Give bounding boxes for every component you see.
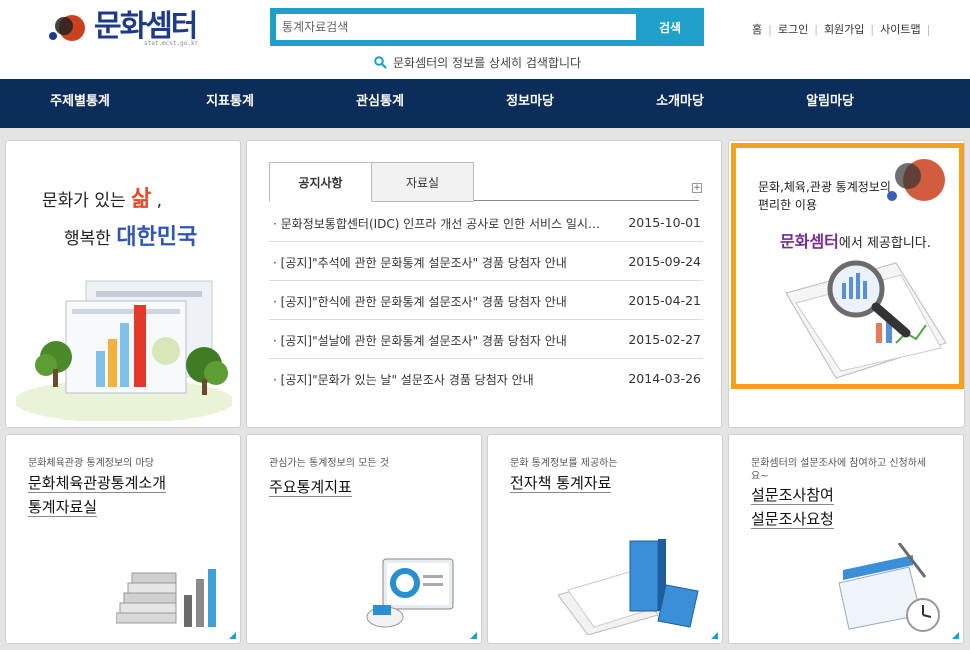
monitor-chart-icon xyxy=(366,558,454,628)
card-link-text: 통계자료실 xyxy=(28,498,98,517)
card-link-stats-intro[interactable]: 문화체육관광통계소개 xyxy=(28,471,167,495)
notice-row[interactable]: · [공지]"문화가 있는 날" 설문조사 경품 당첨자 안내 2014-03-… xyxy=(269,359,703,398)
card-caption: 문화체육관광 통계정보의 마당 xyxy=(28,458,154,469)
hero-line-1: 문화가 있는 삶 , xyxy=(42,181,162,213)
notice-title: · [공지]"문화가 있는 날" 설문조사 경품 당첨자 안내 xyxy=(273,373,534,387)
hero-banner[interactable]: 문화가 있는 삶 , 행복한 대한민국 xyxy=(5,140,241,428)
util-separator: | xyxy=(926,23,931,36)
notice-date: 2015-04-21 xyxy=(628,293,701,308)
notice-row[interactable]: · [공지]"설날에 관한 문화통계 설문조사" 경품 당첨자 안내 2015-… xyxy=(269,320,703,359)
notice-date: 2015-09-24 xyxy=(628,254,701,269)
info-card-stats-intro[interactable]: 문화체육관광 통계정보의 마당 문화체육관광통계소개 통계자료실 xyxy=(5,434,241,644)
notice-title: · [공지]"한식에 관한 문화통계 설문조사" 경품 당첨자 안내 xyxy=(273,295,567,309)
notice-date: 2014-03-26 xyxy=(628,371,701,386)
tab-notice[interactable]: 공지사항 xyxy=(269,162,372,202)
promo-frame: 문화,체육,관광 통계정보의편리한 이용 문화셈터에서 제공합니다. xyxy=(731,143,964,389)
notice-title: · 문화정보통합센터(IDC) 인프라 개선 공사로 인한 서비스 일시 중단 xyxy=(273,215,603,232)
hero-illustration xyxy=(16,280,232,421)
search-input[interactable] xyxy=(276,14,636,40)
search-icon xyxy=(374,56,387,69)
notice-title-text: [공지]"설날에 관한 문화통계 설문조사" 경품 당첨자 안내 xyxy=(280,334,567,348)
card-link-text: 설문조사참여 xyxy=(751,486,834,505)
tab-archive[interactable]: 자료실 xyxy=(371,162,474,202)
nav-item-interest-stats[interactable]: 관심통계 xyxy=(305,79,455,128)
promo-line-1: 문화,체육,관광 통계정보의 xyxy=(758,180,891,194)
util-link-sitemap[interactable]: 사이트맵 xyxy=(880,23,920,36)
logo-url: stat.mcst.go.kr xyxy=(144,40,199,47)
corner-arrow-icon xyxy=(470,632,477,639)
card-link-text: 전자책 통계자료 xyxy=(510,474,612,493)
util-separator: | xyxy=(768,23,772,36)
books-chart-icon xyxy=(116,569,216,627)
search-hint-text: 문화셈터의 정보를 상세히 검색합니다 xyxy=(393,56,582,70)
hero-line-1-accent: 삶 xyxy=(131,187,152,212)
hero-line-2-prefix: 행복한 xyxy=(64,229,117,249)
notice-board: 공지사항 자료실 + · 문화정보통합센터(IDC) 인프라 개선 공사로 인한… xyxy=(246,140,722,428)
promo-brand: 문화셈터 xyxy=(780,232,839,251)
notice-title-text: [공지]"추석에 관한 문화통계 설문조사" 경품 당첨자 안내 xyxy=(280,256,567,270)
nav-item-indicator-stats[interactable]: 지표통계 xyxy=(155,79,305,128)
card-caption: 문화 통계정보를 제공하는 xyxy=(510,458,618,469)
more-plus-icon[interactable]: + xyxy=(692,183,702,193)
top-header: 문화셈터 stat.mcst.go.kr 검색 문화셈터의 정보를 상세히 검색… xyxy=(0,0,970,79)
ebook-stack-icon xyxy=(558,539,699,635)
card-link-survey-join[interactable]: 설문조사참여 xyxy=(751,483,834,507)
notice-row[interactable]: · [공지]"한식에 관한 문화통계 설문조사" 경품 당첨자 안내 2015-… xyxy=(269,281,703,320)
magnifier-report-illustration xyxy=(785,260,947,379)
util-link-signup[interactable]: 회원가입 xyxy=(824,23,864,36)
calendar-clock-icon xyxy=(838,543,940,632)
info-card-survey[interactable]: 문화셈터의 설문조사에 참여하고 신청하세요~ 설문조사참여 설문조사요청 xyxy=(728,434,964,644)
promo-line-2: 편리한 이용 xyxy=(758,198,818,212)
promo-banner[interactable]: 문화,체육,관광 통계정보의편리한 이용 문화셈터에서 제공합니다. xyxy=(728,140,965,428)
hero-line-2-accent: 대한민국 xyxy=(116,225,198,250)
util-link-home[interactable]: 홈 xyxy=(752,23,762,36)
notice-tabs: 공지사항 자료실 xyxy=(269,162,699,202)
info-card-ebook[interactable]: 문화 통계정보를 제공하는 전자책 통계자료 xyxy=(487,434,723,644)
promo-headline: 문화,체육,관광 통계정보의편리한 이용 xyxy=(758,178,891,214)
site-logo[interactable]: 문화셈터 stat.mcst.go.kr xyxy=(46,10,206,50)
hero-line-2: 행복한 대한민국 xyxy=(64,219,197,251)
card-link-text: 설문조사요청 xyxy=(751,510,834,529)
corner-arrow-icon xyxy=(229,632,236,639)
card-link-survey-request[interactable]: 설문조사요청 xyxy=(751,507,834,531)
logo-mark-icon xyxy=(49,15,85,41)
notice-date: 2015-10-01 xyxy=(628,215,701,230)
card-link-text: 문화체육관광통계소개 xyxy=(28,474,167,493)
nav-item-notice[interactable]: 알림마당 xyxy=(755,79,905,128)
notice-title: · [공지]"설날에 관한 문화통계 설문조사" 경품 당첨자 안내 xyxy=(273,334,567,348)
nav-item-about[interactable]: 소개마당 xyxy=(605,79,755,128)
notice-row[interactable]: · 문화정보통합센터(IDC) 인프라 개선 공사로 인한 서비스 일시 중단 … xyxy=(269,203,703,242)
hero-line-1-suffix: , xyxy=(151,191,163,211)
promo-tagline-text: 에서 제공합니다. xyxy=(838,236,931,251)
hero-line-1-prefix: 문화가 있는 xyxy=(42,191,132,211)
search-button[interactable]: 검색 xyxy=(642,14,698,40)
notice-title: · [공지]"추석에 관한 문화통계 설문조사" 경품 당첨자 안내 xyxy=(273,256,567,270)
notice-date: 2015-02-27 xyxy=(628,332,701,347)
notice-row[interactable]: · [공지]"추석에 관한 문화통계 설문조사" 경품 당첨자 안내 2015-… xyxy=(269,242,703,281)
card-link-text: 주요통계지표 xyxy=(269,478,352,497)
logo-text: 문화셈터 xyxy=(94,9,198,44)
notice-title-text: 문화정보통합센터(IDC) 인프라 개선 공사로 인한 서비스 일시 중단 xyxy=(280,217,603,231)
notice-title-text: [공지]"한식에 관한 문화통계 설문조사" 경품 당첨자 안내 xyxy=(280,295,567,309)
search-hint: 문화셈터의 정보를 상세히 검색합니다 xyxy=(374,54,581,71)
info-card-key-indicators[interactable]: 관심가는 통계정보의 모든 것 주요통계지표 xyxy=(246,434,482,644)
corner-arrow-icon xyxy=(952,632,959,639)
search-box: 검색 xyxy=(270,8,704,46)
card-link-ebook[interactable]: 전자책 통계자료 xyxy=(510,471,612,495)
util-link-login[interactable]: 로그인 xyxy=(778,23,808,36)
util-separator: | xyxy=(814,23,818,36)
corner-arrow-icon xyxy=(711,632,718,639)
card-link-data-room[interactable]: 통계자료실 xyxy=(28,495,98,519)
notice-title-text: [공지]"문화가 있는 날" 설문조사 경품 당첨자 안내 xyxy=(280,373,534,387)
logo-mark-icon xyxy=(887,159,945,201)
nav-item-info[interactable]: 정보마당 xyxy=(455,79,605,128)
utility-nav: 홈 | 로그인 | 회원가입 | 사이트맵 | xyxy=(752,21,936,37)
promo-tagline: 문화셈터에서 제공합니다. xyxy=(780,228,931,252)
card-caption: 문화셈터의 설문조사에 참여하고 신청하세요~ xyxy=(751,458,927,482)
card-caption: 관심가는 통계정보의 모든 것 xyxy=(269,458,389,469)
nav-item-topic-stats[interactable]: 주제별통계 xyxy=(5,79,155,128)
util-separator: | xyxy=(870,23,875,36)
main-navigation: 주제별통계 지표통계 관심통계 정보마당 소개마당 알림마당 xyxy=(0,79,970,128)
card-link-key-indicators[interactable]: 주요통계지표 xyxy=(269,475,352,499)
